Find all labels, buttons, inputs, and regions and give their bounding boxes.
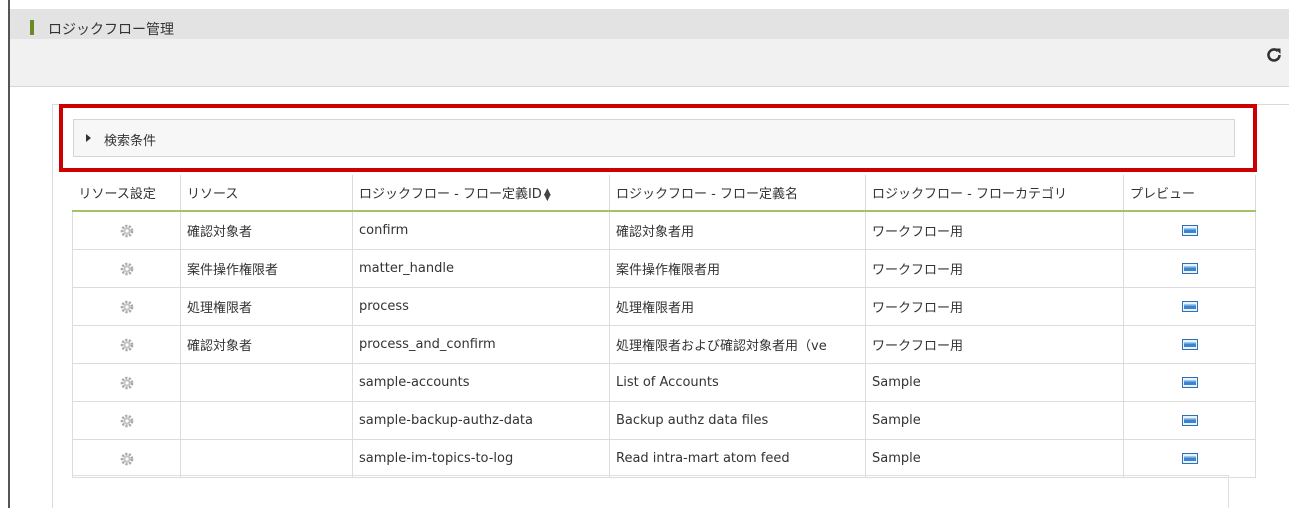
- resource-settings-cell: [72, 439, 181, 478]
- preview-cell: [1123, 439, 1256, 478]
- logic-flow-table: リソース設定 リソース ロジックフロー - フロー定義ID ▲ ▼ ロジックフロー …: [72, 175, 1256, 478]
- preview-cell: [1123, 401, 1256, 440]
- header-flow-id-label: ロジックフロー - フロー定義ID: [359, 187, 542, 202]
- refresh-icon[interactable]: [1266, 47, 1282, 63]
- search-conditions-toggle[interactable]: 検索条件: [73, 119, 1235, 157]
- sort-icon[interactable]: ▲ ▼: [544, 187, 551, 202]
- preview-icon[interactable]: [1181, 301, 1198, 312]
- resource-settings-cell: [72, 287, 181, 326]
- table-row[interactable]: 処理権限者 process 処理権限者用 ワークフロー用: [72, 287, 1256, 326]
- toolbar: [10, 39, 1289, 87]
- gear-icon[interactable]: [120, 224, 134, 238]
- preview-cell: [1123, 210, 1256, 250]
- table-row[interactable]: sample-accounts List of Accounts Sample: [72, 363, 1256, 402]
- flow-name-cell: 処理権限者および確認対象者用（ve: [609, 325, 866, 364]
- resource-cell: [180, 401, 353, 440]
- flow-name-cell: 案件操作権限者用: [609, 249, 866, 288]
- title-bar: ロジックフロー管理: [10, 9, 1289, 39]
- preview-icon[interactable]: [1181, 225, 1198, 236]
- resource-settings-cell: [72, 210, 181, 250]
- flow-name-cell: 処理権限者用: [609, 287, 866, 326]
- flow-name-cell: Read intra-mart atom feed: [609, 439, 866, 478]
- resource-cell: [180, 363, 353, 402]
- flow-id-cell: process: [352, 287, 610, 326]
- preview-icon[interactable]: [1181, 453, 1198, 464]
- flow-id-cell: sample-backup-authz-data: [352, 401, 610, 440]
- flow-category-cell: Sample: [865, 439, 1124, 478]
- resource-settings-cell: [72, 325, 181, 364]
- preview-icon[interactable]: [1181, 339, 1198, 350]
- table-row[interactable]: sample-backup-authz-data Backup authz da…: [72, 401, 1256, 440]
- table-row[interactable]: 確認対象者 confirm 確認対象者用 ワークフロー用: [72, 210, 1256, 250]
- flow-id-cell: confirm: [352, 210, 610, 250]
- preview-cell: [1123, 287, 1256, 326]
- gear-icon[interactable]: [120, 414, 134, 428]
- preview-icon[interactable]: [1181, 377, 1198, 388]
- gear-icon[interactable]: [120, 376, 134, 390]
- header-flow-name[interactable]: ロジックフロー - フロー定義名: [609, 175, 866, 212]
- table-row[interactable]: sample-im-topics-to-log Read intra-mart …: [72, 439, 1256, 478]
- flow-id-cell: sample-im-topics-to-log: [352, 439, 610, 478]
- search-conditions-label: 検索条件: [104, 134, 157, 149]
- header-resource[interactable]: リソース: [180, 175, 353, 212]
- flow-name-cell: List of Accounts: [609, 363, 866, 402]
- flow-category-cell: ワークフロー用: [865, 210, 1124, 250]
- flow-id-cell: process_and_confirm: [352, 325, 610, 364]
- flow-category-cell: ワークフロー用: [865, 325, 1124, 364]
- table-footer-vline: [1228, 476, 1229, 508]
- header-flow-id[interactable]: ロジックフロー - フロー定義ID ▲ ▼: [352, 175, 610, 212]
- gear-icon[interactable]: [120, 452, 134, 466]
- preview-cell: [1123, 249, 1256, 288]
- resource-cell: 案件操作権限者: [180, 249, 353, 288]
- header-flow-category[interactable]: ロジックフロー - フローカテゴリ: [865, 175, 1124, 212]
- page-title: ロジックフロー管理: [48, 22, 174, 38]
- gear-icon[interactable]: [120, 338, 134, 352]
- triangle-right-icon: [86, 134, 91, 142]
- flow-id-cell: matter_handle: [352, 249, 610, 288]
- flow-name-cell: 確認対象者用: [609, 210, 866, 250]
- preview-icon[interactable]: [1181, 263, 1198, 274]
- table-header-row: リソース設定 リソース ロジックフロー - フロー定義ID ▲ ▼ ロジックフロー …: [72, 175, 1256, 212]
- preview-icon[interactable]: [1181, 415, 1198, 426]
- resource-settings-cell: [72, 363, 181, 402]
- gear-icon[interactable]: [120, 300, 134, 314]
- flow-category-cell: Sample: [865, 401, 1124, 440]
- header-resource-settings[interactable]: リソース設定: [72, 175, 181, 212]
- gear-icon[interactable]: [120, 262, 134, 276]
- resource-cell: 確認対象者: [180, 325, 353, 364]
- preview-cell: [1123, 363, 1256, 402]
- resource-cell: [180, 439, 353, 478]
- flow-category-cell: Sample: [865, 363, 1124, 402]
- flow-id-cell: sample-accounts: [352, 363, 610, 402]
- title-marker: [30, 20, 34, 35]
- preview-cell: [1123, 325, 1256, 364]
- resource-settings-cell: [72, 401, 181, 440]
- resource-cell: 処理権限者: [180, 287, 353, 326]
- flow-category-cell: ワークフロー用: [865, 249, 1124, 288]
- resource-cell: 確認対象者: [180, 210, 353, 250]
- header-preview[interactable]: プレビュー: [1123, 175, 1256, 212]
- resource-settings-cell: [72, 249, 181, 288]
- flow-category-cell: ワークフロー用: [865, 287, 1124, 326]
- table-footer-line: [73, 475, 1229, 476]
- flow-name-cell: Backup authz data files: [609, 401, 866, 440]
- table-row[interactable]: 案件操作権限者 matter_handle 案件操作権限者用 ワークフロー用: [72, 249, 1256, 288]
- table-row[interactable]: 確認対象者 process_and_confirm 処理権限者および確認対象者用…: [72, 325, 1256, 364]
